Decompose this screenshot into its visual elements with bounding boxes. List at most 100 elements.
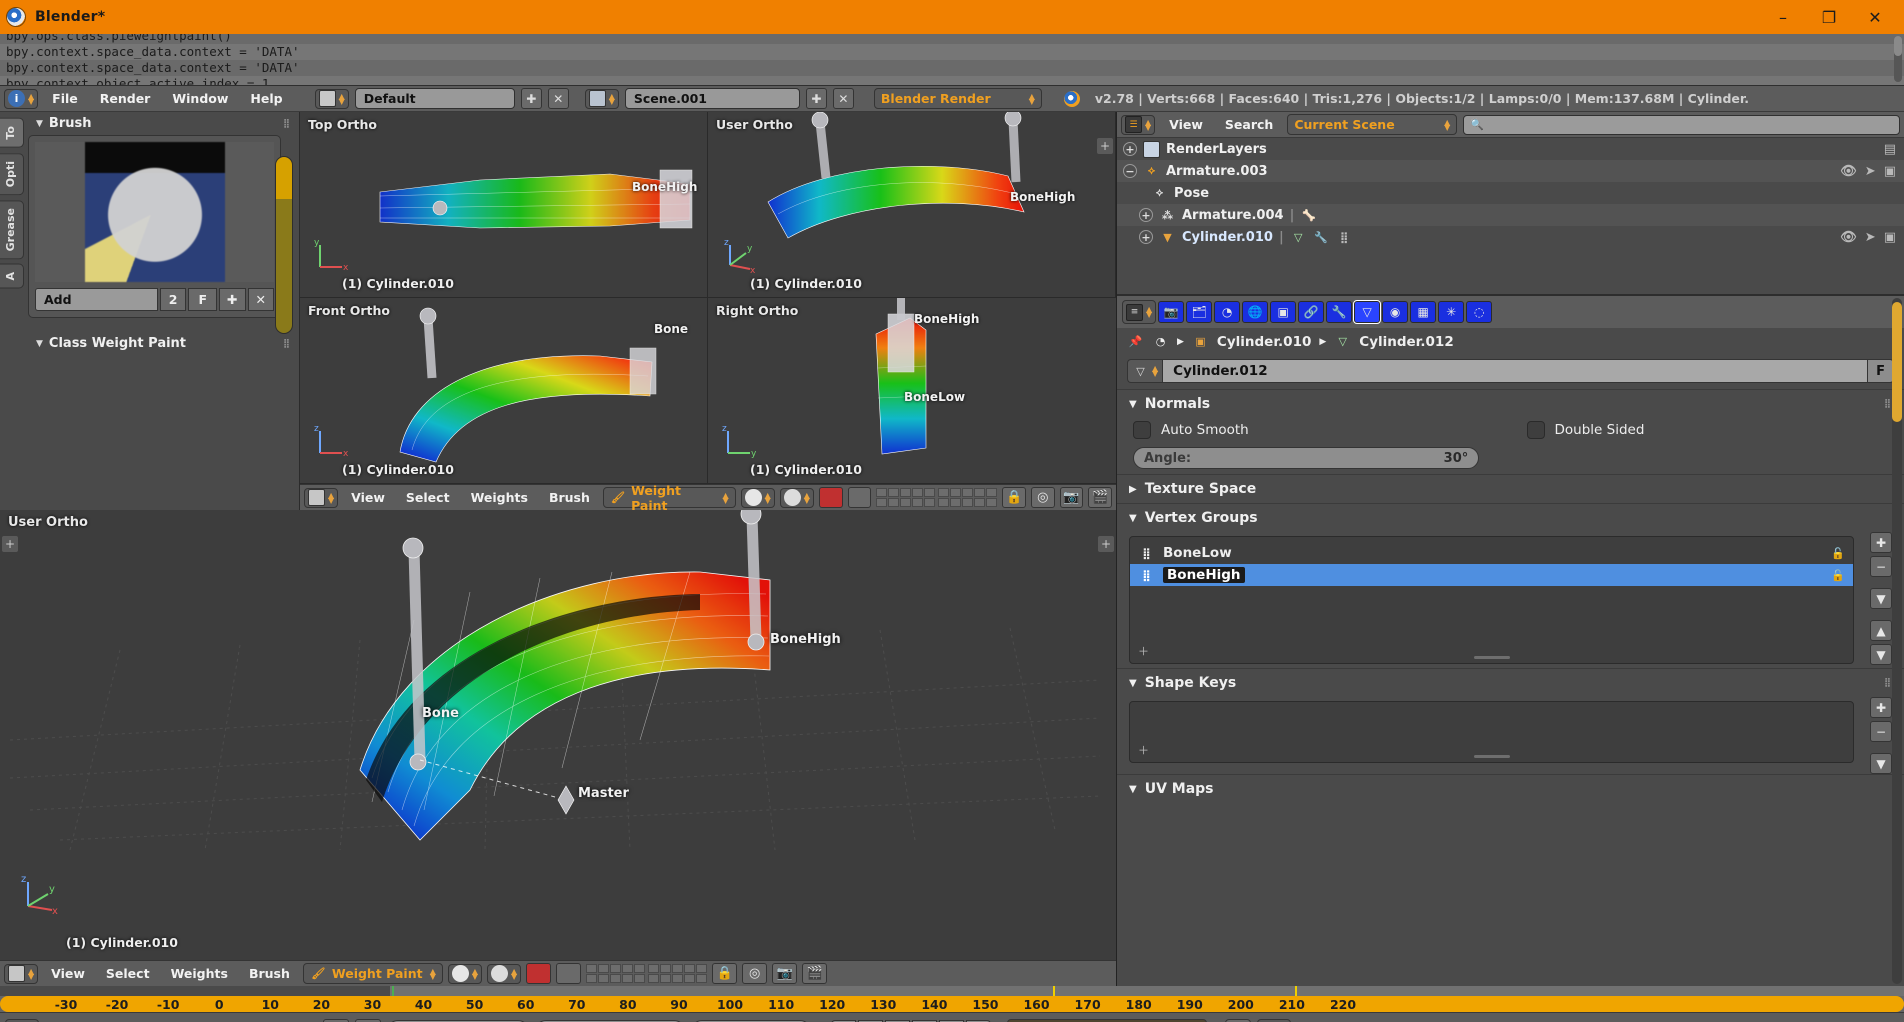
tab-physics[interactable]: ◌ [1466, 301, 1493, 323]
screen-layout-selector[interactable]: ▲ ▼ [314, 88, 349, 109]
render-opengl-button[interactable]: 📷 [1059, 487, 1084, 508]
maximize-button[interactable]: ❐ [1806, 0, 1852, 34]
tab-texture[interactable]: ▦ [1410, 301, 1437, 323]
section-header-normals[interactable]: ▼ Normals ⣿ [1117, 390, 1904, 418]
pin-icon[interactable]: 📌 [1127, 333, 1144, 350]
menu-view[interactable]: View [43, 964, 93, 983]
section-header-uv-maps[interactable]: ▼ UV Maps [1117, 775, 1904, 803]
eye-icon[interactable]: 👁 [1840, 230, 1857, 245]
keying-set-selector[interactable]: ◆ ▲▼ [1257, 1018, 1292, 1022]
shape-key-specials-button[interactable]: ＋ [1138, 742, 1149, 758]
vertex-select-masking-button[interactable] [847, 487, 872, 508]
panel-header-brush[interactable]: ▼ Brush ⣿ [26, 112, 299, 135]
outliner-row-cylinder-010[interactable]: + ▼ Cylinder.010 | ▽ 🔧 ⣿ 👁 ➤ ▣ [1117, 226, 1904, 248]
outliner-row-icons[interactable]: 👁 ➤ ▣ [1840, 164, 1904, 179]
shape-keys-list[interactable]: ＋ [1129, 701, 1854, 763]
menu-view[interactable]: View [343, 488, 393, 507]
breadcrumb-object[interactable]: Cylinder.010 [1217, 334, 1311, 350]
keyframe-marker[interactable] [1295, 986, 1297, 996]
auto-smooth-angle-field[interactable]: Angle: 30° [1133, 447, 1480, 469]
viewport-front-ortho[interactable]: Front Ortho Bone z x (1) Cylinder.010 [300, 298, 708, 484]
timeline-tick-strip[interactable]: -30 -20 -10 0 10 20 30 40 50 60 70 80 90 100 110 120 130… [0, 996, 1904, 1012]
quad-view[interactable]: Top Ortho BoneHigh y x (1) Cylinder.010 … [300, 112, 1116, 484]
use-preview-range-button[interactable] [323, 1018, 350, 1022]
viewport-top-ortho[interactable]: Top Ortho BoneHigh y x (1) Cylinder.010 [300, 112, 708, 298]
scene-selector[interactable]: ▲ ▼ [584, 88, 619, 109]
tab-object[interactable]: ▣ [1270, 301, 1297, 323]
menu-file[interactable]: File [44, 89, 86, 108]
menu-select[interactable]: Select [98, 964, 158, 983]
log-scrollbar[interactable] [1894, 36, 1902, 82]
lock-icon[interactable]: 🔓 [1831, 547, 1845, 560]
remove-vertex-group-button[interactable]: − [1870, 556, 1892, 577]
vertex-group-specials-menu[interactable]: ▼ [1870, 588, 1892, 609]
tab-grease-pencil[interactable]: Grease [0, 199, 24, 260]
brush-unlink-button[interactable]: ✕ [247, 288, 274, 311]
outliner-row-icons[interactable]: 👁 ➤ ▣ [1840, 230, 1904, 245]
pivot-point-selector[interactable]: ▲ ▼ [487, 963, 522, 984]
editor-type-selector[interactable]: ≡ ▲ ▼ [1122, 300, 1157, 324]
brush-weight-slider[interactable] [275, 156, 293, 334]
proportional-edit-button[interactable]: ◎ [1030, 487, 1055, 508]
outliner-row-icons[interactable]: ▤ [1884, 142, 1904, 157]
expander-icon[interactable]: + [1123, 142, 1137, 156]
mesh-data-selector[interactable]: ▽ ▲ ▼ [1127, 359, 1163, 383]
auto-smooth-checkbox[interactable] [1133, 421, 1151, 439]
list-resize-grip[interactable] [1473, 656, 1510, 659]
outliner-search-input[interactable]: 🔍 [1463, 114, 1900, 135]
menu-weights[interactable]: Weights [463, 488, 536, 507]
fake-user-button[interactable]: F [1868, 359, 1894, 383]
menu-view[interactable]: View [1161, 115, 1211, 134]
menu-brush[interactable]: Brush [541, 488, 598, 507]
section-header-texture-space[interactable]: ▶ Texture Space [1117, 475, 1904, 503]
double-sided-row[interactable]: Double Sided [1511, 418, 1904, 442]
display-mode-selector[interactable]: Current Scene ▲ ▼ [1287, 114, 1458, 135]
tab-modifiers[interactable]: 🔧 [1326, 301, 1353, 323]
double-sided-checkbox[interactable] [1526, 421, 1545, 439]
render-opengl-animation-button[interactable]: 🎬 [802, 963, 828, 984]
mesh-data-icon[interactable]: ▽ [1290, 229, 1307, 246]
keyframe-marker[interactable] [1053, 986, 1055, 996]
editor-type-selector[interactable]: ▲ ▼ [4, 963, 39, 984]
editor-type-selector[interactable]: ▲ ▼ [304, 487, 339, 508]
tab-scene[interactable]: ◔ [1214, 301, 1241, 323]
editor-type-selector[interactable]: ☰ ▲ ▼ [1121, 114, 1156, 135]
timeline-ruler[interactable]: -30 -20 -10 0 10 20 30 40 50 60 70 80 90 100 110 120 130… [0, 986, 1904, 1012]
outliner-row-armature-003[interactable]: − ⟡ Armature.003 👁 ➤ ▣ [1117, 160, 1904, 182]
list-resize-grip[interactable] [1473, 755, 1510, 758]
vertex-group-item[interactable]: ⣿ BoneLow 🔓 [1130, 542, 1853, 564]
tab-render-layers[interactable]: 🗂 [1186, 301, 1213, 323]
outliner-row-renderlayers[interactable]: + RenderLayers ▤ [1117, 138, 1904, 160]
main-viewport[interactable]: User Ortho + + BoneHigh Bone Master z x … [0, 510, 1116, 960]
add-shape-key-button[interactable]: ✚ [1870, 697, 1892, 718]
vertex-group-item[interactable]: ⣿ BoneHigh 🔓 [1130, 564, 1853, 586]
mesh-name-field[interactable]: Cylinder.012 [1162, 359, 1869, 383]
proportional-edit-button[interactable]: ◎ [742, 963, 768, 984]
tab-material[interactable]: ◉ [1382, 301, 1409, 323]
tab-world[interactable]: 🌐 [1242, 301, 1269, 323]
viewport-user-ortho-small[interactable]: User Ortho BoneHigh z x y (1) Cylinder.0… [708, 112, 1116, 298]
scene-layers[interactable] [586, 964, 708, 983]
section-header-shape-keys[interactable]: ▼ Shape Keys ⣿ [1117, 669, 1904, 697]
lock-camera-button[interactable]: 🔒 [712, 963, 738, 984]
face-select-masking-button[interactable] [818, 487, 843, 508]
delete-scene-button[interactable]: ✕ [832, 88, 854, 109]
modifier-icon[interactable]: 🔧 [1313, 229, 1330, 246]
eye-icon[interactable]: 👁 [1840, 164, 1857, 179]
section-header-vertex-groups[interactable]: ▼ Vertex Groups [1117, 504, 1904, 532]
add-scene-button[interactable]: ✚ [805, 88, 827, 109]
minimize-button[interactable]: – [1760, 0, 1806, 34]
add-screen-layout-button[interactable]: ✚ [520, 88, 542, 109]
vertex-groups-list[interactable]: ⣿ BoneLow 🔓 ⣿ BoneHigh 🔓 ＋ [1129, 536, 1854, 664]
brush-name-field[interactable]: Add [35, 288, 158, 311]
panel-header-class-weight-paint[interactable]: ▼ Class Weight Paint ⣿ [26, 332, 299, 355]
camera-icon[interactable]: ▣ [1884, 164, 1896, 179]
brush-fake-user-button[interactable]: F [188, 288, 218, 311]
auto-keyframe-button[interactable] [1225, 1018, 1252, 1022]
toolbar-expand-button[interactable]: + [1097, 138, 1113, 154]
lock-icon[interactable]: 🔓 [1831, 569, 1845, 582]
tab-particles[interactable]: ✳ [1438, 301, 1465, 323]
tab-a[interactable]: A [0, 264, 24, 289]
auto-smooth-row[interactable]: Auto Smooth [1117, 418, 1511, 442]
menu-window[interactable]: Window [164, 89, 236, 108]
